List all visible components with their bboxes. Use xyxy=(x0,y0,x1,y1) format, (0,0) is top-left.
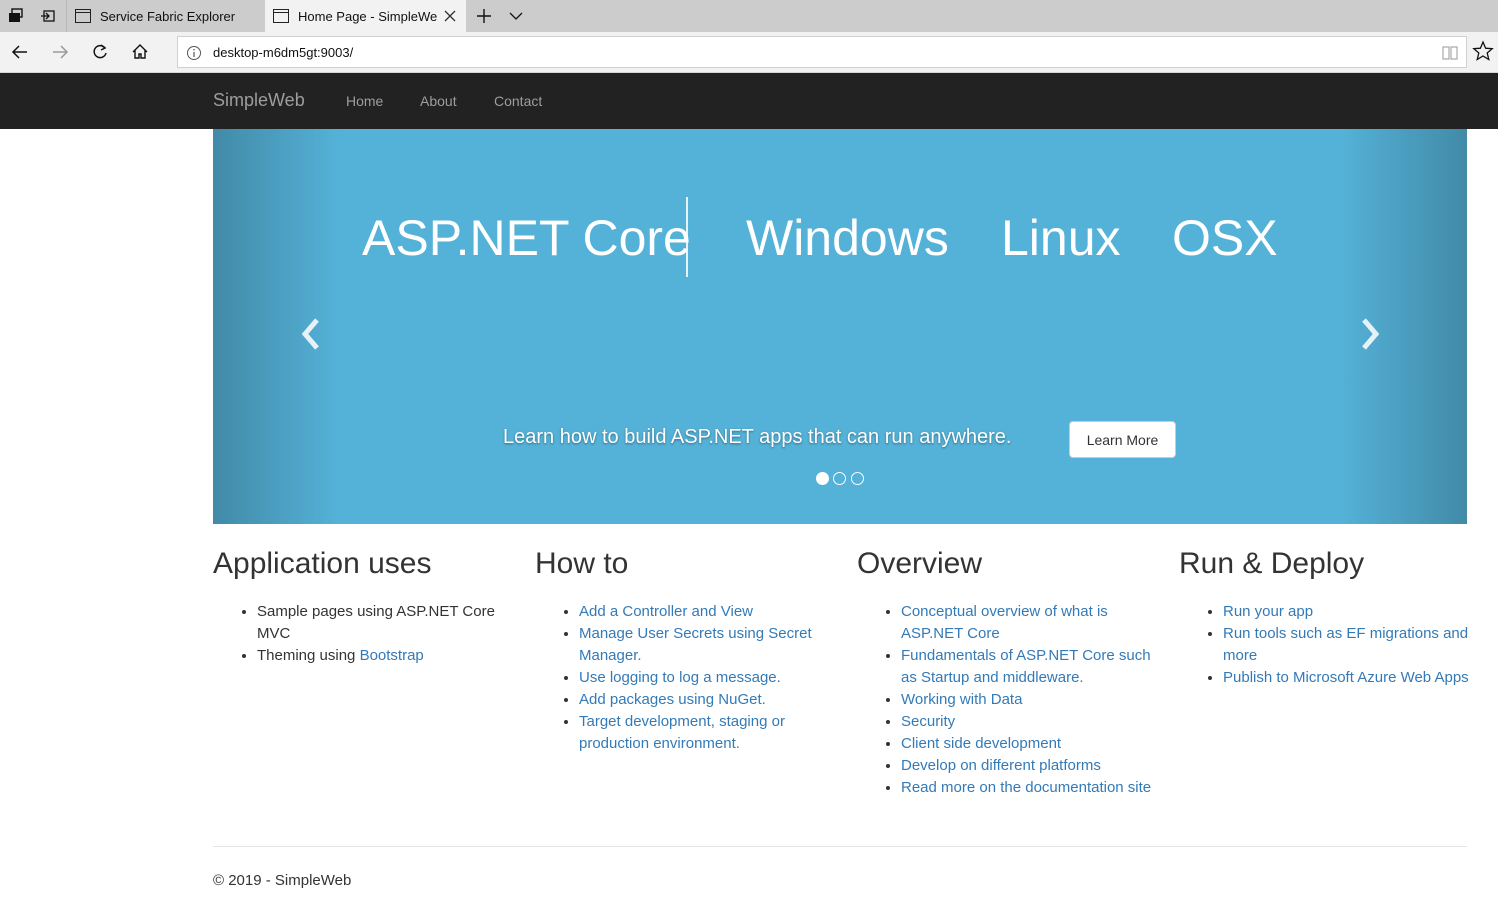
reading-view-icon[interactable] xyxy=(1441,44,1459,62)
tab-title: Service Fabric Explorer xyxy=(100,8,236,24)
tab-preview-button[interactable] xyxy=(502,0,530,32)
hero-carousel: ASP.NET Core Windows Linux OSX Learn how… xyxy=(213,129,1467,524)
list-link[interactable]: Conceptual overview of what is ASP.NET C… xyxy=(901,603,1108,642)
hero-word-aspnet-core: ASP.NET Core xyxy=(362,210,691,266)
home-button[interactable] xyxy=(124,36,156,68)
nav-home[interactable]: Home xyxy=(346,93,383,109)
tab-manager-icon[interactable] xyxy=(0,0,32,32)
plus-icon xyxy=(477,9,491,23)
back-button[interactable] xyxy=(4,36,36,68)
list-item: Read more on the documentation site xyxy=(901,777,1157,799)
bootstrap-link[interactable]: Bootstrap xyxy=(360,647,424,664)
refresh-button[interactable] xyxy=(84,36,116,68)
nav-about[interactable]: About xyxy=(420,93,457,109)
chevron-left-icon[interactable] xyxy=(297,314,327,354)
hero-word-osx: OSX xyxy=(1172,210,1278,266)
site-navbar: SimpleWeb Home About Contact xyxy=(0,73,1498,129)
list-item: Develop on different platforms xyxy=(901,755,1157,777)
forward-arrow-icon xyxy=(53,45,69,59)
tab-home-page[interactable]: Home Page - SimpleWe xyxy=(265,0,466,32)
list-item: Client side development xyxy=(901,733,1157,755)
list-link[interactable]: Run your app xyxy=(1223,603,1313,620)
list-item: Target development, staging or productio… xyxy=(579,711,835,755)
column-overview: Overview Conceptual overview of what is … xyxy=(857,545,1157,799)
learn-more-button[interactable]: Learn More xyxy=(1069,421,1176,458)
list-item: Manage User Secrets using Secret Manager… xyxy=(579,623,835,667)
list-item: Fundamentals of ASP.NET Core such as Sta… xyxy=(901,645,1157,689)
list-item: Working with Data xyxy=(901,689,1157,711)
page-icon xyxy=(75,9,91,23)
list-link[interactable]: Working with Data xyxy=(901,691,1022,708)
new-tab-button[interactable] xyxy=(470,0,498,32)
set-aside-tabs-icon[interactable] xyxy=(32,0,64,32)
list-item: Use logging to log a message. xyxy=(579,667,835,689)
list-link[interactable]: Use logging to log a message. xyxy=(579,669,781,686)
nav-contact[interactable]: Contact xyxy=(494,93,542,109)
tab-service-fabric-explorer[interactable]: Service Fabric Explorer xyxy=(66,0,264,32)
hero-divider xyxy=(686,197,688,277)
list-item-text: Theming using xyxy=(257,647,360,664)
footer-divider xyxy=(213,846,1467,847)
info-icon[interactable] xyxy=(186,45,202,61)
star-icon[interactable] xyxy=(1472,40,1494,62)
list-link[interactable]: Read more on the documentation site xyxy=(901,779,1151,796)
list-link[interactable]: Run tools such as EF migrations and more xyxy=(1223,625,1468,664)
list-link[interactable]: Add packages using NuGet. xyxy=(579,691,766,708)
close-tab-icon[interactable] xyxy=(442,8,458,24)
carousel-indicator-2[interactable] xyxy=(833,472,846,485)
column-list: Run your app Run tools such as EF migrat… xyxy=(1179,601,1479,689)
list-item-text: Sample pages using ASP.NET Core MVC xyxy=(257,603,495,642)
list-link[interactable]: Publish to Microsoft Azure Web Apps xyxy=(1223,669,1469,686)
list-item: Theming using Bootstrap xyxy=(257,645,513,667)
list-item: Run your app xyxy=(1223,601,1479,623)
column-list: Sample pages using ASP.NET Core MVC Them… xyxy=(213,601,513,667)
list-item: Add a Controller and View xyxy=(579,601,835,623)
carousel-indicator-3[interactable] xyxy=(851,472,864,485)
hero-word-linux: Linux xyxy=(1001,210,1121,266)
column-list: Conceptual overview of what is ASP.NET C… xyxy=(857,601,1157,799)
list-link[interactable]: Client side development xyxy=(901,735,1061,752)
list-item: Run tools such as EF migrations and more xyxy=(1223,623,1479,667)
forward-button[interactable] xyxy=(44,36,76,68)
column-how-to: How to Add a Controller and View Manage … xyxy=(535,545,835,755)
brand-link[interactable]: SimpleWeb xyxy=(213,90,305,111)
tab-title: Home Page - SimpleWe xyxy=(298,8,438,24)
browser-toolbar: desktop-m6dm5gt:9003/ xyxy=(0,32,1498,73)
list-link[interactable]: Fundamentals of ASP.NET Core such as Sta… xyxy=(901,647,1151,686)
list-link[interactable]: Add a Controller and View xyxy=(579,603,753,620)
browser-tab-bar: Service Fabric Explorer Home Page - Simp… xyxy=(0,0,1498,32)
back-arrow-icon xyxy=(11,45,27,59)
list-link[interactable]: Develop on different platforms xyxy=(901,757,1101,774)
list-item: Security xyxy=(901,711,1157,733)
chevron-down-icon xyxy=(509,12,523,20)
home-icon xyxy=(132,44,148,59)
list-link[interactable]: Target development, staging or productio… xyxy=(579,713,785,752)
carousel-caption: Learn how to build ASP.NET apps that can… xyxy=(503,426,1012,448)
list-item: Conceptual overview of what is ASP.NET C… xyxy=(901,601,1157,645)
column-run-deploy: Run & Deploy Run your app Run tools such… xyxy=(1179,545,1479,689)
column-application-uses: Application uses Sample pages using ASP.… xyxy=(213,545,513,667)
hero-word-windows: Windows xyxy=(746,210,949,266)
refresh-icon xyxy=(93,44,107,59)
list-item: Add packages using NuGet. xyxy=(579,689,835,711)
column-heading: Application uses xyxy=(213,547,432,580)
url-text[interactable]: desktop-m6dm5gt:9003/ xyxy=(213,45,353,60)
list-item: Sample pages using ASP.NET Core MVC xyxy=(257,601,513,645)
list-item: Publish to Microsoft Azure Web Apps xyxy=(1223,667,1479,689)
column-heading: Overview xyxy=(857,547,983,580)
carousel-indicator-1[interactable] xyxy=(816,472,829,485)
page-icon xyxy=(273,9,289,23)
list-link[interactable]: Security xyxy=(901,713,955,730)
list-link[interactable]: Manage User Secrets using Secret Manager… xyxy=(579,625,812,664)
address-bar[interactable]: desktop-m6dm5gt:9003/ xyxy=(177,36,1467,68)
footer-text: © 2019 - SimpleWeb xyxy=(213,872,352,889)
column-heading: How to xyxy=(535,547,629,580)
column-heading: Run & Deploy xyxy=(1179,547,1365,580)
chevron-right-icon[interactable] xyxy=(1354,314,1384,354)
column-list: Add a Controller and View Manage User Se… xyxy=(535,601,835,755)
